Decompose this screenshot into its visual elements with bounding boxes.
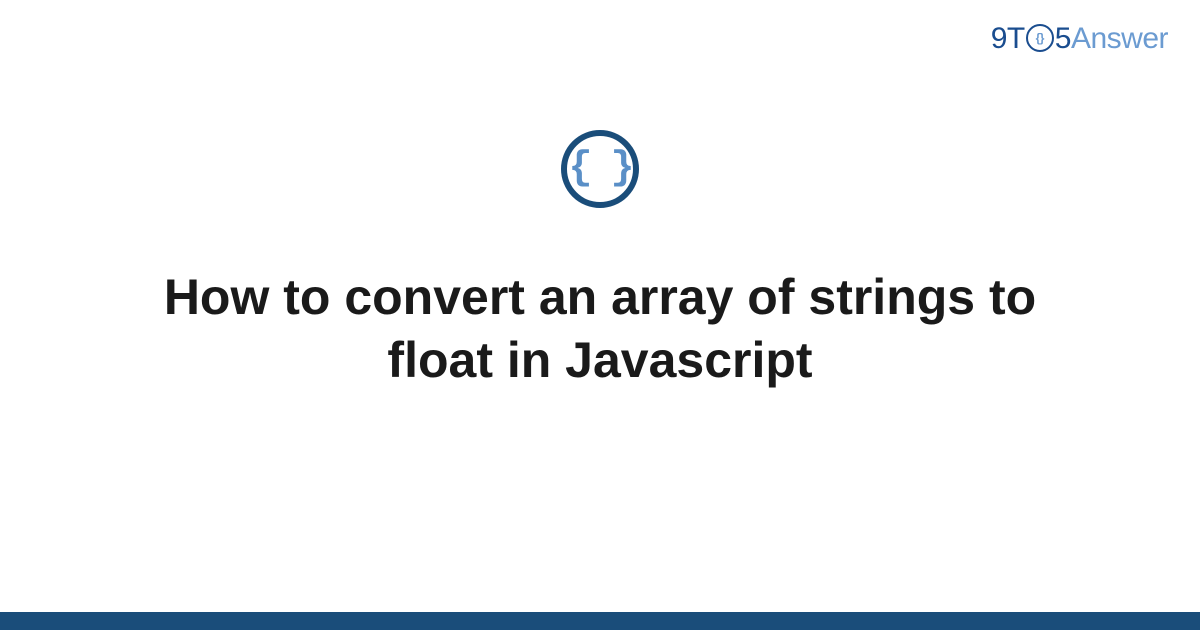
code-braces-icon: { } — [568, 149, 631, 189]
page-title: How to convert an array of strings to fl… — [100, 266, 1100, 391]
site-logo[interactable]: 9T {} 5 Answer — [991, 22, 1168, 56]
logo-text-5: 5 — [1055, 22, 1071, 56]
clock-icon: {} — [1026, 24, 1054, 52]
clock-icon-inner: {} — [1036, 32, 1044, 44]
main-content: { } How to convert an array of strings t… — [0, 130, 1200, 391]
logo-text-9t: 9T — [991, 22, 1025, 56]
footer-bar — [0, 612, 1200, 630]
logo-text-answer: Answer — [1071, 22, 1168, 56]
topic-icon-circle: { } — [561, 130, 639, 208]
